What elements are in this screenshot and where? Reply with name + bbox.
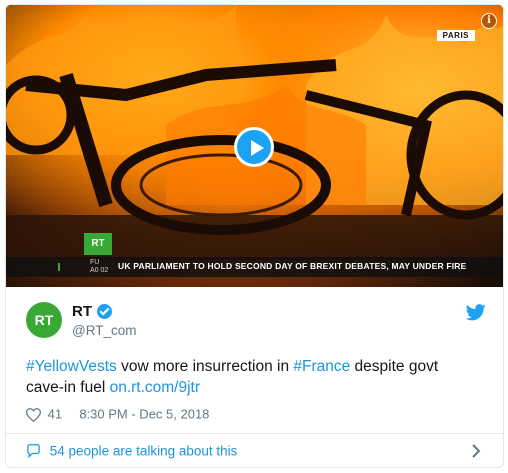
tweet-text: #YellowVests vow more insurrection in #F… [26,356,466,398]
comment-bubble-icon [27,444,40,459]
author-handle[interactable]: @RT_com [72,323,136,338]
conversation-text[interactable]: 54 people are talking about this [50,443,238,458]
location-label: PARIS [436,30,475,41]
hashtag-france[interactable]: #France [293,358,350,375]
avatar[interactable]: RT [26,302,62,338]
twitter-bird-icon[interactable] [466,304,486,321]
info-icon[interactable]: i [481,13,497,29]
ticker-headline: UK PARLIAMENT TO HOLD SECOND DAY OF BREX… [118,261,467,271]
embedded-tweet-card[interactable]: PARIS i RT FU A0 02 UK PARLIAMENT TO HOLD… [5,4,504,468]
hashtag-yellowvests[interactable]: #YellowVests [26,358,117,375]
chevron-right-icon[interactable] [471,443,481,459]
author-name[interactable]: RT [72,303,92,320]
tweet-link[interactable]: on.rt.com/9jtr [110,379,200,396]
tweet-timestamp[interactable]: 8:30 PM - Dec 5, 2018 [79,407,209,422]
channel-logo: RT [84,233,112,255]
ticker-marker [58,263,60,271]
tweet-meta: 41 8:30 PM - Dec 5, 2018 [26,405,209,423]
verified-icon [97,304,112,319]
like-count[interactable]: 41 [48,407,62,422]
ticker-time: FU A0 02 [90,259,109,274]
tweet-text-part1: vow more insurrection in [116,358,294,375]
play-icon[interactable] [234,127,274,167]
tweet-header: RT RT @RT_com [26,302,486,342]
conversation-link[interactable]: 54 people are talking about this [26,442,237,460]
heart-icon[interactable] [26,407,41,422]
divider [6,433,503,434]
video-player[interactable]: PARIS i RT FU A0 02 UK PARLIAMENT TO HOLD… [6,5,503,287]
